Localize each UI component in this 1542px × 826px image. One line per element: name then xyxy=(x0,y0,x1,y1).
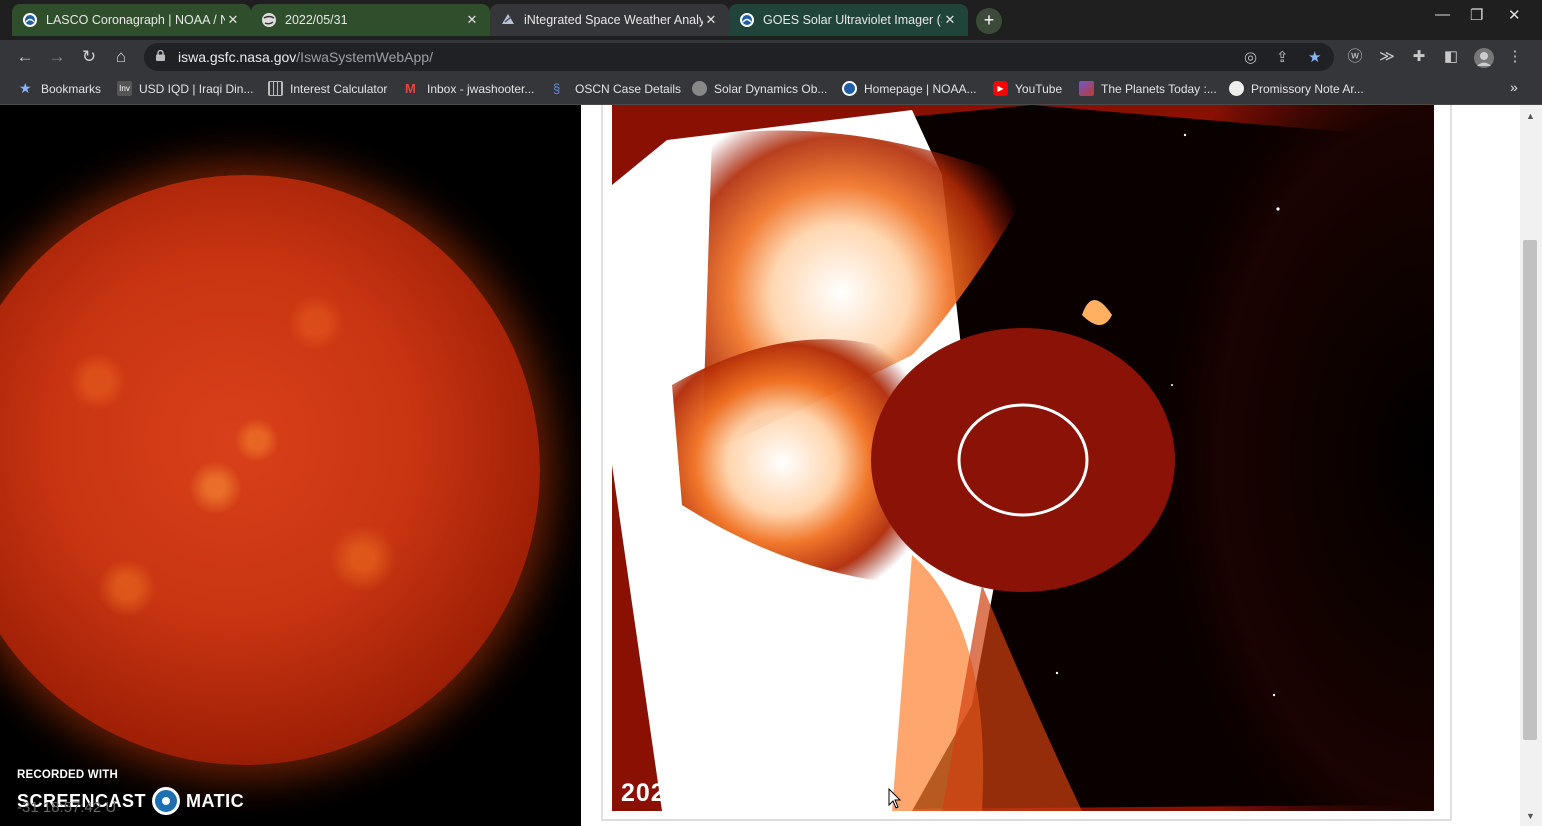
page-content: RECORDED WITH SCREENCAST MATIC -31 18:57:… xyxy=(0,105,1542,826)
address-bar[interactable]: iswa.gsfc.nasa.gov/IswaSystemWebApp/ ◎ ⇪… xyxy=(144,43,1334,71)
share-icon[interactable]: ⇪ xyxy=(1276,48,1289,66)
sdo-sun-image: RECORDED WITH SCREENCAST MATIC -31 18:57:… xyxy=(0,105,581,826)
back-icon[interactable]: ← xyxy=(12,44,38,70)
side-panel-icon[interactable]: ◧ xyxy=(1442,48,1460,66)
puzzle-icon[interactable]: ✚ xyxy=(1410,48,1428,66)
image-timestamp: -31 18:57:42 U xyxy=(17,799,117,816)
page-margin xyxy=(1455,105,1520,826)
close-icon[interactable]: ✕ xyxy=(703,12,719,28)
bookmark-item[interactable]: Promissory Note Ar... xyxy=(1229,81,1364,96)
frame-date-label: 2022/ xyxy=(621,779,689,807)
close-icon[interactable]: ✕ xyxy=(942,12,958,28)
tab-title: LASCO Coronagraph | NOAA / N xyxy=(46,13,225,27)
bookmarks-overflow[interactable]: » xyxy=(1510,79,1518,95)
noaa-icon xyxy=(740,13,754,27)
tab-iswa[interactable]: iNtegrated Space Weather Analy ✕ xyxy=(490,4,729,36)
calculator-icon xyxy=(268,81,283,96)
bookmark-item[interactable]: M Inbox - jwashooter... xyxy=(405,81,534,96)
oscn-icon: § xyxy=(553,81,561,96)
bookmark-item[interactable]: ▶ YouTube xyxy=(993,81,1062,96)
close-icon[interactable]: ✕ xyxy=(225,12,241,28)
noaa-icon xyxy=(842,81,857,96)
extension-w-icon[interactable]: ⓦ xyxy=(1346,48,1364,66)
extension-wing-icon[interactable]: ≫ xyxy=(1378,48,1396,66)
iswa-icon xyxy=(502,14,514,24)
minimize-icon[interactable]: — xyxy=(1435,6,1450,23)
tab-goes[interactable]: GOES Solar Ultraviolet Imager (S ✕ xyxy=(729,4,968,36)
gmail-icon: M xyxy=(405,81,416,96)
bookmark-item[interactable]: Interest Calculator xyxy=(268,81,387,96)
forward-icon[interactable]: → xyxy=(44,44,70,70)
avatar[interactable] xyxy=(1474,48,1494,68)
tab-title: GOES Solar Ultraviolet Imager (S xyxy=(763,13,942,27)
screencast-logo-icon xyxy=(152,787,181,815)
noaa-icon xyxy=(23,13,37,27)
document-icon xyxy=(1229,81,1244,96)
tab-title: iNtegrated Space Weather Analy xyxy=(524,13,703,27)
tab-lasco[interactable]: LASCO Coronagraph | NOAA / N ✕ xyxy=(12,4,251,36)
new-tab-button[interactable]: + xyxy=(976,8,1002,34)
eye-off-icon[interactable]: ◎ xyxy=(1244,48,1257,66)
star-icon: ★ xyxy=(19,80,32,96)
globe-icon xyxy=(262,13,276,27)
sdo-icon xyxy=(692,81,707,96)
bookmark-item[interactable]: The Planets Today :... xyxy=(1079,81,1217,96)
youtube-icon: ▶ xyxy=(993,81,1008,96)
url-text: iswa.gsfc.nasa.gov/IswaSystemWebApp/ xyxy=(178,49,433,65)
reload-icon[interactable]: ↻ xyxy=(76,44,102,70)
scroll-down-icon[interactable]: ▼ xyxy=(1526,811,1535,821)
lock-icon xyxy=(156,50,165,61)
tab-date[interactable]: 2022/05/31 ✕ xyxy=(251,4,490,36)
mouse-cursor-icon xyxy=(888,788,902,809)
scroll-thumb[interactable] xyxy=(1523,240,1537,740)
home-icon[interactable]: ⌂ xyxy=(108,44,134,70)
menu-icon[interactable]: ⋮ xyxy=(1506,48,1524,66)
tab-strip: LASCO Coronagraph | NOAA / N ✕ 2022/05/3… xyxy=(0,0,1542,40)
vertical-scrollbar[interactable]: ▲ ▼ xyxy=(1520,105,1542,826)
lasco-coronagraph-image xyxy=(612,105,1434,811)
bookmark-star-icon[interactable]: ★ xyxy=(1308,48,1321,66)
tab-title: 2022/05/31 xyxy=(285,13,348,27)
sun-texture xyxy=(0,175,540,765)
planets-icon xyxy=(1079,81,1094,96)
close-icon[interactable]: ✕ xyxy=(464,12,480,28)
bookmark-item[interactable]: Inv USD IQD | Iraqi Din... xyxy=(117,81,253,96)
bookmark-item[interactable]: ★ Bookmarks xyxy=(19,81,101,96)
close-window-icon[interactable]: ✕ xyxy=(1508,6,1521,24)
bookmarks-bar: ★ Bookmarks Inv USD IQD | Iraqi Din... Int… xyxy=(0,74,1542,105)
inv-icon: Inv xyxy=(117,81,132,96)
maximize-icon[interactable]: ❐ xyxy=(1470,6,1483,24)
bookmark-item[interactable]: Solar Dynamics Ob... xyxy=(692,81,827,96)
browser-toolbar: ← → ↻ ⌂ iswa.gsfc.nasa.gov/IswaSystemWeb… xyxy=(0,40,1542,74)
bookmark-item[interactable]: § OSCN Case Details xyxy=(553,81,681,96)
bookmark-item[interactable]: Homepage | NOAA... xyxy=(842,81,977,96)
scroll-up-icon[interactable]: ▲ xyxy=(1526,111,1535,121)
